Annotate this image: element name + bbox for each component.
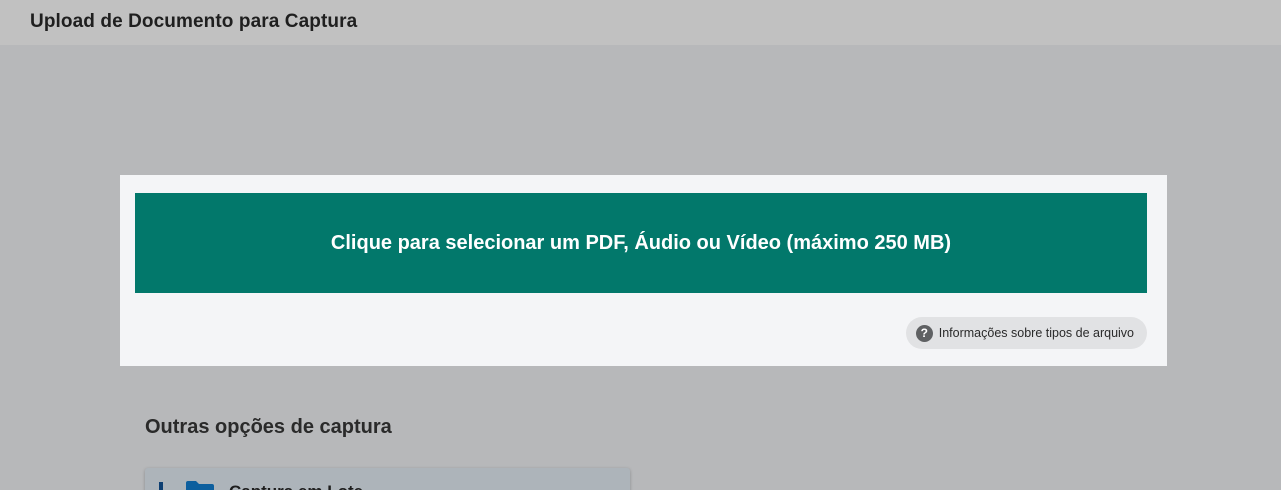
other-options-title: Outras opções de captura [145, 416, 392, 438]
help-circle-icon: ? [915, 324, 933, 342]
upload-card: Clique para selecionar um PDF, Áudio ou … [120, 175, 1167, 366]
select-file-button[interactable]: Clique para selecionar um PDF, Áudio ou … [135, 193, 1147, 293]
option-label: Captura em Lote [229, 482, 363, 490]
folder-icon [186, 481, 214, 490]
page-title: Upload de Documento para Captura [30, 11, 358, 32]
file-types-info-button[interactable]: ? Informações sobre tipos de arquivo [905, 317, 1147, 349]
batch-capture-option[interactable]: Captura em Lote [145, 468, 630, 490]
file-types-info-label: Informações sobre tipos de arquivo [938, 326, 1134, 340]
option-accent-bar [159, 482, 163, 490]
app-header: Upload de Documento para Captura [0, 0, 1281, 45]
